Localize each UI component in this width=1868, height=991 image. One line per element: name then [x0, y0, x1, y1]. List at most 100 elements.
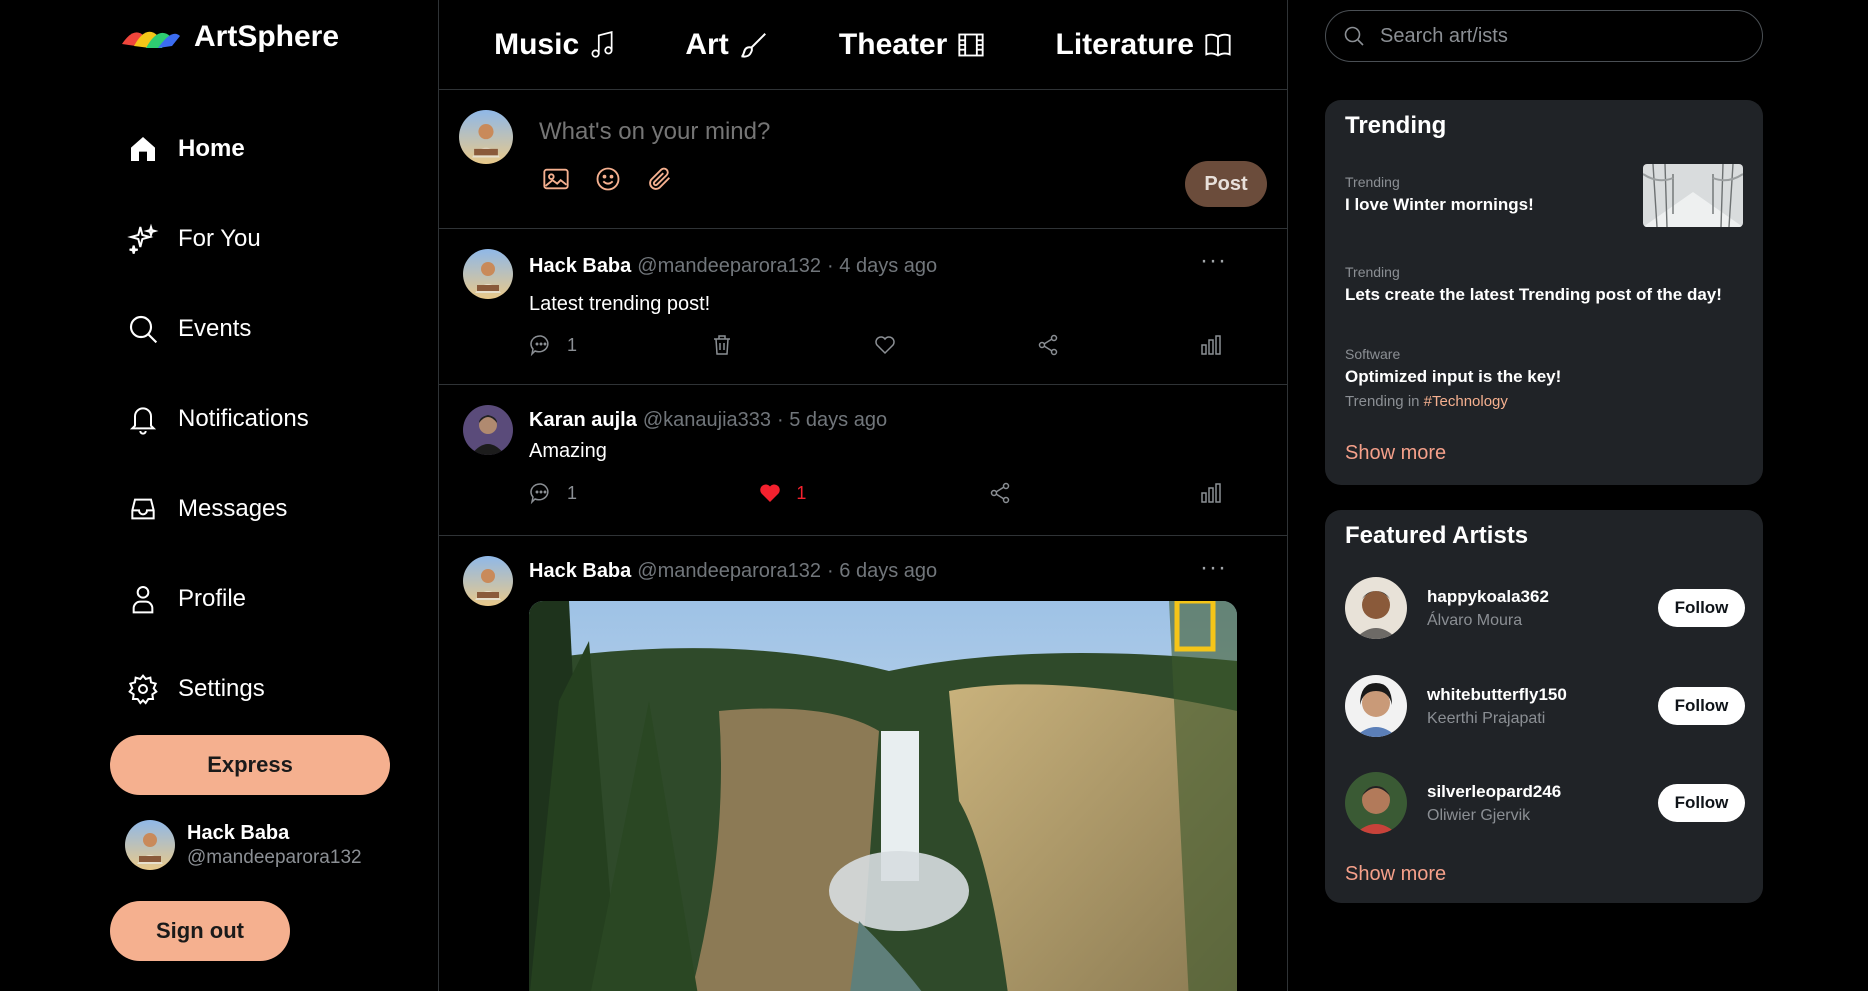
- sign-out-button[interactable]: Sign out: [110, 901, 290, 961]
- featured-title: Featured Artists: [1345, 522, 1529, 549]
- avatar[interactable]: [463, 405, 513, 455]
- like-button[interactable]: 1: [758, 481, 806, 505]
- post-author[interactable]: Karan aujla: [529, 409, 637, 432]
- trend-sub-prefix: Trending in: [1345, 393, 1420, 410]
- more-options-icon[interactable]: ···: [1200, 554, 1227, 582]
- nav-item-for-you[interactable]: For You: [126, 222, 261, 256]
- comment-button[interactable]: 1: [529, 481, 577, 505]
- post-header: Karan aujla @kanaujia333 · 5 days ago: [529, 409, 887, 432]
- current-user-card[interactable]: Hack Baba @mandeeparora132: [125, 820, 362, 870]
- avatar: [459, 110, 513, 164]
- avatar[interactable]: [1345, 772, 1407, 834]
- tab-label: Music: [494, 27, 580, 61]
- logo-icon: [122, 31, 180, 48]
- trend-item[interactable]: Trending Lets create the latest Trending…: [1345, 264, 1722, 305]
- post-actions: 1: [529, 333, 1229, 357]
- trend-thumbnail[interactable]: [1643, 164, 1743, 227]
- bar-chart-icon: [1201, 483, 1221, 503]
- trend-category: Trending: [1345, 264, 1400, 280]
- trend-title: Optimized input is the key!: [1345, 367, 1562, 386]
- trend-item[interactable]: Trending I love Winter mornings!: [1345, 174, 1534, 215]
- post-item: Karan aujla @kanaujia333 · 5 days ago Am…: [439, 385, 1287, 536]
- post-author[interactable]: Hack Baba: [529, 255, 631, 278]
- post-text: Latest trending post!: [529, 293, 711, 315]
- comment-count: 1: [567, 334, 578, 355]
- music-note-icon: [591, 30, 613, 58]
- delete-button[interactable]: [710, 333, 740, 357]
- tab-literature[interactable]: Literature: [1056, 28, 1232, 62]
- heart-filled-icon: [760, 484, 781, 502]
- nav-item-settings[interactable]: Settings: [126, 672, 265, 706]
- post-composer-input[interactable]: [539, 114, 1139, 150]
- film-icon: [958, 33, 984, 56]
- search-bar[interactable]: [1325, 10, 1763, 62]
- nav-item-notifications[interactable]: Notifications: [126, 402, 309, 436]
- attachment-icon[interactable]: [645, 164, 675, 194]
- post-button[interactable]: Post: [1185, 161, 1267, 207]
- avatar[interactable]: [463, 249, 513, 299]
- share-button[interactable]: [988, 481, 1018, 505]
- share-button[interactable]: [1036, 333, 1066, 357]
- follow-button[interactable]: Follow: [1658, 687, 1745, 725]
- artist-name: Keerthi Prajapati: [1427, 709, 1546, 727]
- like-count: 1: [796, 482, 807, 503]
- post-composer: Post: [439, 90, 1287, 229]
- user-handle: @mandeeparora132: [187, 846, 362, 868]
- artist-item[interactable]: whitebutterfly150 Keerthi Prajapati Foll…: [1345, 674, 1745, 738]
- artist-username: happykoala362: [1427, 586, 1549, 606]
- featured-show-more-link[interactable]: Show more: [1345, 863, 1446, 886]
- app-name: ArtSphere: [194, 20, 340, 53]
- tab-music[interactable]: Music: [494, 28, 615, 62]
- post-handle[interactable]: @kanaujia333: [643, 409, 771, 432]
- stats-button[interactable]: [1199, 333, 1229, 357]
- post-author[interactable]: Hack Baba: [529, 560, 631, 583]
- trend-title: Lets create the latest Trending post of …: [1345, 285, 1722, 304]
- avatar[interactable]: [1345, 675, 1407, 737]
- artist-item[interactable]: silverleopard246 Oliwier Gjervik Follow: [1345, 771, 1745, 835]
- trend-item[interactable]: Software Optimized input is the key! Tre…: [1345, 346, 1561, 410]
- trending-show-more-link[interactable]: Show more: [1345, 442, 1446, 465]
- main-feed: Music Art Theater Literature What's on y…: [438, 0, 1288, 991]
- trend-category: Software: [1345, 346, 1401, 362]
- featured-artists-panel: Featured Artists happykoala362 Álvaro Mo…: [1325, 510, 1763, 903]
- express-button[interactable]: Express: [110, 735, 390, 795]
- post-image[interactable]: [529, 601, 1237, 991]
- like-button[interactable]: [873, 333, 903, 357]
- nav-item-profile[interactable]: Profile: [126, 582, 246, 616]
- stats-button[interactable]: [1199, 481, 1229, 505]
- avatar[interactable]: [463, 556, 513, 606]
- nav-item-messages[interactable]: Messages: [126, 492, 287, 526]
- book-icon: [1205, 33, 1231, 57]
- emoji-icon[interactable]: [593, 164, 623, 194]
- image-icon[interactable]: [541, 164, 571, 194]
- post-time: · 4 days ago: [827, 255, 938, 277]
- sparkles-icon: [126, 222, 160, 256]
- trend-hashtag[interactable]: #Technology: [1424, 393, 1508, 410]
- paintbrush-icon: [741, 32, 766, 58]
- nav-label: Settings: [178, 675, 265, 702]
- artist-item[interactable]: happykoala362 Álvaro Moura Follow: [1345, 576, 1745, 640]
- nav-label: For You: [178, 225, 261, 252]
- tab-art[interactable]: Art: [685, 28, 768, 62]
- app-logo[interactable]: ArtSphere: [120, 20, 339, 54]
- post-time: · 6 days ago: [827, 560, 938, 582]
- share-icon: [1038, 334, 1058, 356]
- nav-item-home[interactable]: Home: [126, 132, 245, 166]
- tab-label: Art: [685, 27, 729, 61]
- comment-button[interactable]: 1: [529, 333, 577, 357]
- post-item: Hack Baba @mandeeparora132 · 6 days ago …: [439, 536, 1287, 991]
- avatar[interactable]: [1345, 577, 1407, 639]
- follow-button[interactable]: Follow: [1658, 784, 1745, 822]
- post-handle[interactable]: @mandeeparora132: [637, 560, 821, 583]
- trash-icon: [714, 335, 730, 355]
- search-input[interactable]: [1380, 24, 1740, 48]
- more-options-icon[interactable]: ···: [1200, 247, 1227, 275]
- nav-label: Profile: [178, 585, 247, 612]
- post-handle[interactable]: @mandeeparora132: [637, 255, 821, 278]
- post-text: Amazing: [529, 440, 607, 462]
- tab-theater[interactable]: Theater: [839, 28, 985, 62]
- search-icon: [1344, 26, 1364, 46]
- follow-button[interactable]: Follow: [1658, 589, 1745, 627]
- artist-name: Álvaro Moura: [1427, 611, 1523, 629]
- nav-item-events[interactable]: Events: [126, 312, 251, 346]
